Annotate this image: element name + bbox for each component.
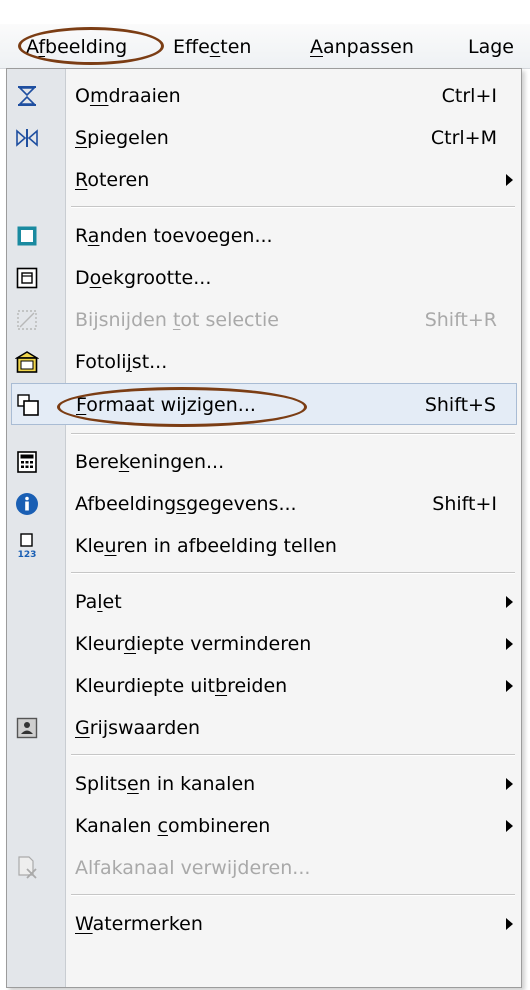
menu-item-label: Afbeeldingsgegevens...	[75, 493, 297, 515]
separator	[71, 754, 515, 756]
menu-item-afbeeldingsgegevens[interactable]: Afbeeldingsgegevens... Shift+I	[7, 483, 521, 525]
menu-item-alfakanaal-verwijderen[interactable]: Alfakanaal verwijderen...	[7, 847, 521, 889]
menu-item-label: Fotolijst...	[75, 351, 168, 373]
menu-item-label: Kanalen combineren	[75, 815, 271, 837]
menu-item-label: Randen toevoegen...	[75, 225, 273, 247]
menu-aanpassen[interactable]: Aanpassen	[310, 36, 414, 58]
menu-item-formaat-wijzigen[interactable]: Formaat wijzigen... Shift+S	[11, 383, 517, 425]
menu-item-fotolijst[interactable]: Fotolijst...	[7, 341, 521, 383]
menu-item-spiegelen[interactable]: Spiegelen Ctrl+M	[7, 117, 521, 159]
menu-item-label: Kleurdiepte uitbreiden	[75, 675, 288, 697]
menu-item-label: Bijsnijden tot selectie	[75, 309, 279, 331]
submenu-arrow-icon	[506, 174, 513, 186]
menu-item-label: Splitsen in kanalen	[75, 773, 256, 795]
menu-item-watermerken[interactable]: Watermerken	[7, 903, 521, 945]
shortcut-label: Ctrl+M	[430, 127, 497, 149]
crop-icon	[15, 307, 39, 333]
submenu-arrow-icon	[506, 638, 513, 650]
separator	[71, 572, 515, 574]
menu-item-kleurdiepte-verminderen[interactable]: Kleurdiepte verminderen	[7, 623, 521, 665]
menu-item-label: Doekgrootte...	[75, 267, 212, 289]
count-colors-icon: 123	[15, 533, 39, 559]
grayscale-icon	[15, 715, 39, 741]
frame-icon	[15, 349, 39, 375]
menu-lagen[interactable]: Lage	[468, 36, 514, 58]
submenu-arrow-icon	[506, 778, 513, 790]
submenu-arrow-icon	[506, 596, 513, 608]
menu-item-roteren[interactable]: Roteren	[7, 159, 521, 201]
resize-icon	[16, 392, 40, 418]
canvas-size-icon	[15, 265, 39, 291]
menu-item-label: Roteren	[75, 169, 150, 191]
menu-item-doekgrootte[interactable]: Doekgrootte...	[7, 257, 521, 299]
svg-text:123: 123	[18, 550, 37, 559]
menu-item-kleuren-tellen[interactable]: 123 Kleuren in afbeelding tellen	[7, 525, 521, 567]
delete-alpha-icon	[15, 855, 39, 881]
submenu-arrow-icon	[506, 918, 513, 930]
menu-item-label: Spiegelen	[75, 127, 169, 149]
menu-item-randen-toevoegen[interactable]: Randen toevoegen...	[7, 215, 521, 257]
menu-item-kanalen-combineren[interactable]: Kanalen combineren	[7, 805, 521, 847]
separator	[71, 894, 515, 896]
shortcut-label: Shift+I	[432, 493, 497, 515]
shortcut-label: Shift+R	[424, 309, 497, 331]
menu-item-splitsen[interactable]: Splitsen in kanalen	[7, 763, 521, 805]
menu-item-label: Formaat wijzigen...	[76, 394, 256, 416]
separator	[71, 433, 515, 435]
menu-item-omdraaien[interactable]: Omdraaien Ctrl+I	[7, 75, 521, 117]
menu-item-label: Kleuren in afbeelding tellen	[75, 535, 337, 557]
mirror-icon	[15, 125, 39, 151]
submenu-arrow-icon	[506, 680, 513, 692]
info-icon	[15, 491, 39, 517]
menu-item-label: Omdraaien	[75, 85, 181, 107]
calculator-icon	[15, 449, 39, 475]
shortcut-label: Shift+S	[424, 394, 496, 416]
menu-item-label: Alfakanaal verwijderen...	[75, 857, 311, 879]
menu-item-label: Kleurdiepte verminderen	[75, 633, 312, 655]
menu-afbeelding[interactable]: Afbeelding	[26, 36, 127, 58]
menu-item-label: Grijswaarden	[75, 717, 201, 739]
flip-vertical-icon	[15, 83, 39, 109]
menu-item-berekeningen[interactable]: Berekeningen...	[7, 441, 521, 483]
menu-bar: Afbeelding Effecten Aanpassen Lage	[0, 24, 530, 69]
separator	[71, 206, 515, 208]
menu-item-label: Watermerken	[75, 913, 203, 935]
menu-effecten[interactable]: Effecten	[173, 36, 251, 58]
menu-item-bijsnijden[interactable]: Bijsnijden tot selectie Shift+R	[7, 299, 521, 341]
submenu-arrow-icon	[506, 820, 513, 832]
menu-item-kleurdiepte-uitbreiden[interactable]: Kleurdiepte uitbreiden	[7, 665, 521, 707]
menu-item-grijswaarden[interactable]: Grijswaarden	[7, 707, 521, 749]
add-border-icon	[15, 223, 39, 249]
afbeelding-dropdown: Omdraaien Ctrl+I Spiegelen Ctrl+M Rotere…	[6, 68, 522, 988]
menu-item-label: Palet	[75, 591, 122, 613]
shortcut-label: Ctrl+I	[441, 85, 497, 107]
menu-item-label: Berekeningen...	[75, 451, 225, 473]
menu-item-palet[interactable]: Palet	[7, 581, 521, 623]
